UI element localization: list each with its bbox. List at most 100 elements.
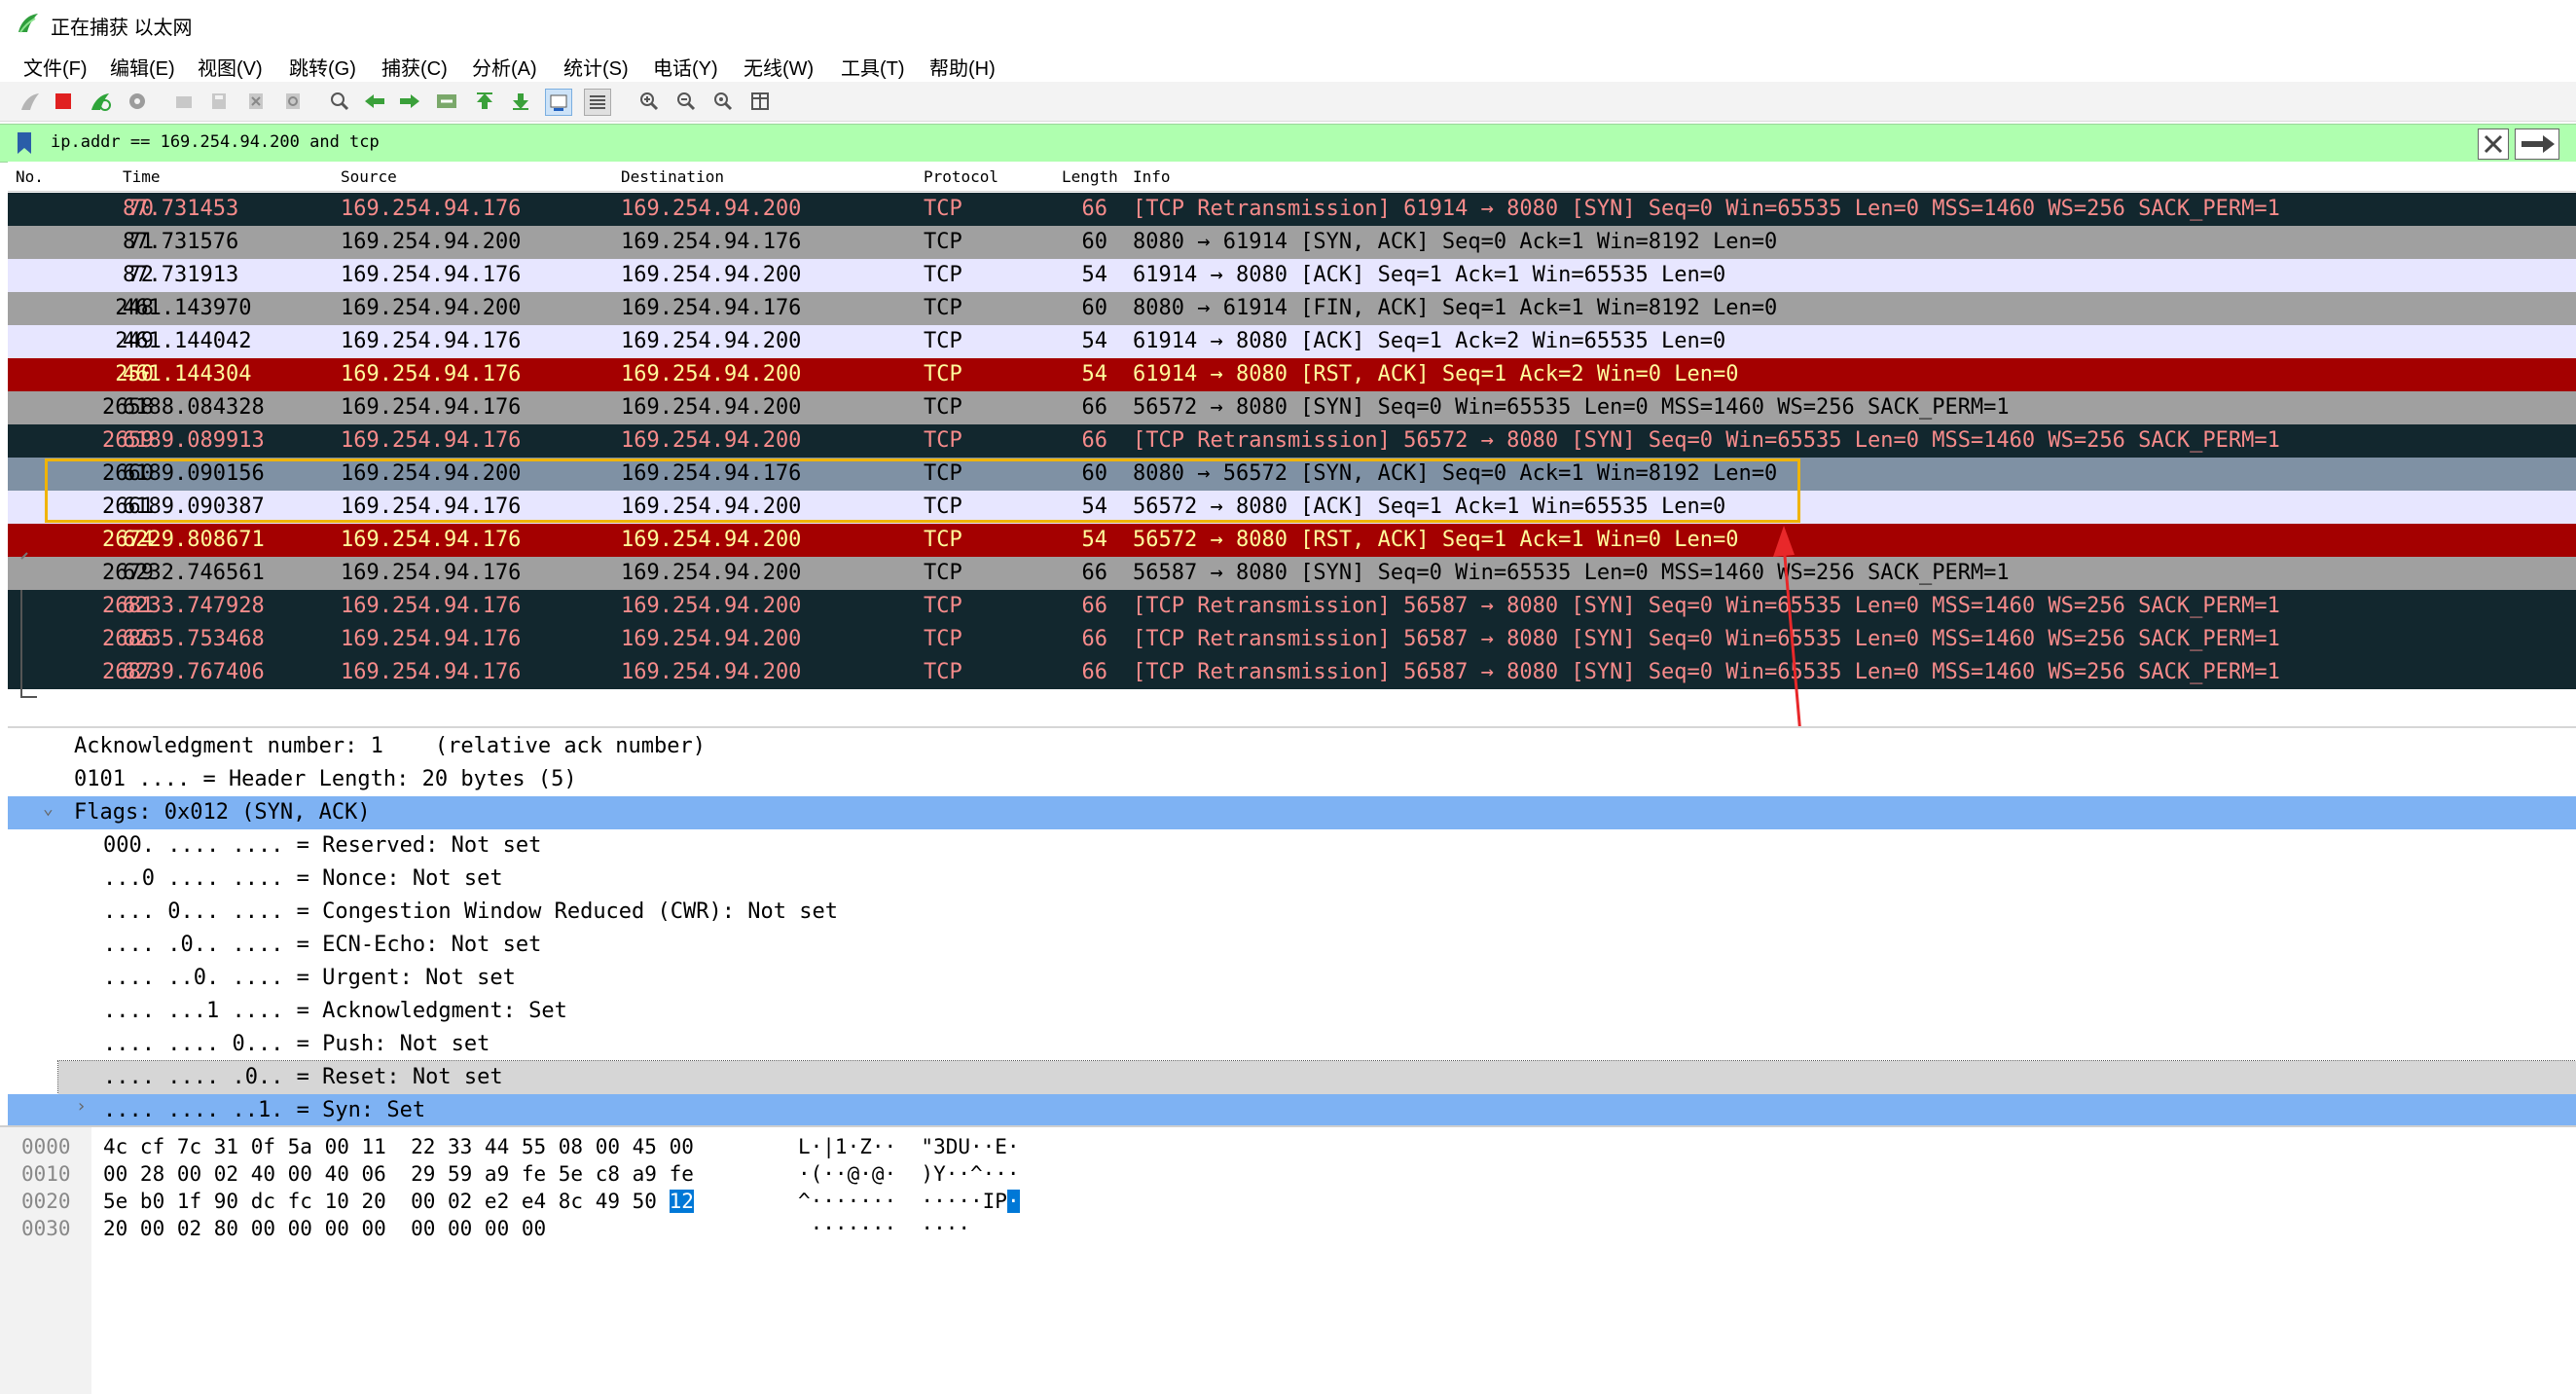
title-bar: 正在捕获 以太网 xyxy=(0,0,2576,50)
zoom-in-icon[interactable] xyxy=(636,89,662,114)
menu-wireless[interactable]: 无线(W) xyxy=(744,53,814,81)
detail-row[interactable]: 000. .... .... = Reserved: Not set xyxy=(8,829,2576,862)
menu-edit[interactable]: 编辑(E) xyxy=(110,53,175,81)
filter-bookmark-icon[interactable] xyxy=(14,130,35,156)
hex-ascii: ·(··@·@· )Y··^··· xyxy=(798,1160,1020,1188)
packet-details-pane[interactable]: Acknowledgment number: 1 (relative ack n… xyxy=(8,726,2576,1125)
zoom-out-icon[interactable] xyxy=(673,89,699,114)
window-title: 正在捕获 以太网 xyxy=(51,18,193,39)
packet-row[interactable]: 248 461.143970 169.254.94.200 169.254.94.17… xyxy=(8,292,2576,325)
packet-info: [TCP Retransmission] 56587 → 8080 [SYN] … xyxy=(1133,594,2280,618)
hex-row[interactable]: 0030 20 00 02 80 00 00 00 00 00 00 00 00 … xyxy=(0,1215,1168,1242)
packet-row[interactable]: 249 461.144042 169.254.94.176 169.254.94.20… xyxy=(8,325,2576,358)
packet-row[interactable]: 250 461.144304 169.254.94.176 169.254.94.20… xyxy=(8,358,2576,391)
menu-help[interactable]: 帮助(H) xyxy=(929,53,996,81)
reload-icon[interactable] xyxy=(280,89,306,114)
packet-row[interactable]: 70 87.731453 169.254.94.176 169.254.94.200 T… xyxy=(8,193,2576,226)
hex-selected-byte[interactable]: 12 xyxy=(669,1190,694,1213)
menu-file[interactable]: 文件(F) xyxy=(23,53,88,81)
save-file-icon[interactable] xyxy=(206,89,232,114)
detail-text: .... .... .0.. = Reset: Not set xyxy=(103,1065,503,1089)
go-to-packet-icon[interactable] xyxy=(434,89,459,114)
hex-row[interactable]: 0020 5e b0 1f 90 dc fc 10 20 00 02 e2 e4 … xyxy=(0,1188,1168,1215)
stop-icon[interactable] xyxy=(51,89,76,114)
column-time[interactable]: Time xyxy=(123,167,161,186)
menu-tools[interactable]: 工具(T) xyxy=(841,53,905,81)
detail-text: .... ..0. .... = Urgent: Not set xyxy=(103,966,516,990)
packet-length: 60 xyxy=(1081,296,1108,320)
packet-row[interactable]: 2681 6233.747928 169.254.94.176 169.254.94.… xyxy=(8,590,2576,623)
zoom-normal-icon[interactable] xyxy=(710,89,736,114)
menu-capture[interactable]: 捕获(C) xyxy=(381,53,448,81)
clear-filter-button[interactable] xyxy=(2478,128,2509,160)
column-destination[interactable]: Destination xyxy=(621,167,724,186)
detail-row[interactable]: .... 0... .... = Congestion Window Reduc… xyxy=(8,896,2576,929)
packet-row[interactable]: 2659 6189.089913 169.254.94.176 169.254.94.… xyxy=(8,424,2576,458)
column-info[interactable]: Info xyxy=(1133,167,1171,186)
apply-filter-button[interactable] xyxy=(2515,128,2559,160)
packet-info: 61914 → 8080 [ACK] Seq=1 Ack=1 Win=65535… xyxy=(1133,263,1726,287)
column-no[interactable]: No. xyxy=(16,167,44,186)
hex-ascii-selected[interactable]: · xyxy=(1006,1190,1020,1213)
go-last-icon[interactable] xyxy=(508,89,533,114)
packet-bytes-pane[interactable]: 0000 4c cf 7c 31 0f 5a 00 11 22 33 44 55 … xyxy=(0,1125,2576,1394)
menu-telephony[interactable]: 电话(Y) xyxy=(653,53,718,81)
hex-offset: 0000 xyxy=(21,1135,71,1158)
go-first-icon[interactable] xyxy=(472,89,497,114)
hex-bytes-text: 4c cf 7c 31 0f 5a 00 11 22 33 44 55 08 0… xyxy=(103,1135,694,1158)
menu-statistics[interactable]: 统计(S) xyxy=(563,53,629,81)
packet-list[interactable]: No. Time Source Destination Protocol Len… xyxy=(8,162,2576,724)
detail-row[interactable]: .... .0.. .... = ECN-Echo: Not set xyxy=(8,929,2576,962)
find-icon[interactable] xyxy=(327,89,352,114)
packet-row[interactable]: 2687 6239.767406 169.254.94.176 169.254.94.… xyxy=(8,656,2576,689)
menu-view[interactable]: 视图(V) xyxy=(198,53,263,81)
hex-bytes: 00 28 00 02 40 00 40 06 29 59 a9 fe 5e c… xyxy=(103,1160,694,1188)
packet-length: 54 xyxy=(1081,528,1108,552)
main-toolbar xyxy=(0,82,2576,122)
display-filter-input[interactable]: ip.addr == 169.254.94.200 and tcp xyxy=(51,132,380,152)
resize-columns-icon[interactable] xyxy=(747,89,773,114)
open-file-icon[interactable] xyxy=(171,89,197,114)
column-protocol[interactable]: Protocol xyxy=(924,167,998,186)
detail-row[interactable]: .... ...1 .... = Acknowledgment: Set xyxy=(8,995,2576,1028)
autoscroll-icon[interactable] xyxy=(545,89,572,116)
detail-row[interactable]: ›.... .... ..1. = Syn: Set xyxy=(8,1094,2576,1125)
packet-info: 8080 → 61914 [SYN, ACK] Seq=0 Ack=1 Win=… xyxy=(1133,230,1778,254)
menu-analyze[interactable]: 分析(A) xyxy=(472,53,537,81)
menu-go[interactable]: 跳转(G) xyxy=(289,53,356,81)
hex-ascii: ^······· ·····IP· xyxy=(798,1188,1020,1215)
detail-row[interactable]: Acknowledgment number: 1 (relative ack n… xyxy=(8,730,2576,763)
packet-row[interactable]: 72 87.731913 169.254.94.176 169.254.94.200 T… xyxy=(8,259,2576,292)
packet-row[interactable]: 2679 6232.746561 169.254.94.176 169.254.94.… xyxy=(8,557,2576,590)
packet-row[interactable]: 2658 6188.084328 169.254.94.176 169.254.94.… xyxy=(8,391,2576,424)
packet-row[interactable]: 2686 6235.753468 169.254.94.176 169.254.94.… xyxy=(8,623,2576,656)
detail-row[interactable]: ⌄ Flags: 0x012 (SYN, ACK) xyxy=(8,796,2576,829)
shark-fin-start-icon[interactable] xyxy=(18,89,43,114)
detail-text: .... .0.. .... = ECN-Echo: Not set xyxy=(103,933,542,957)
go-forward-icon[interactable] xyxy=(397,89,422,114)
detail-row[interactable]: ...0 .... .... = Nonce: Not set xyxy=(8,862,2576,896)
detail-row[interactable]: .... .... .0.. = Reset: Not set xyxy=(57,1060,2576,1095)
hex-row[interactable]: 0010 00 28 00 02 40 00 40 06 29 59 a9 fe … xyxy=(0,1160,1168,1188)
packet-row[interactable]: 71 87.731576 169.254.94.200 169.254.94.176 T… xyxy=(8,226,2576,259)
column-length[interactable]: Length xyxy=(1062,167,1118,186)
chevron-down-icon[interactable]: ⌄ xyxy=(43,792,54,825)
packet-info: 56587 → 8080 [SYN] Seq=0 Win=65535 Len=0… xyxy=(1133,561,2010,585)
hex-bytes: 5e b0 1f 90 dc fc 10 20 00 02 e2 e4 8c 4… xyxy=(103,1188,694,1215)
wireshark-app-icon xyxy=(17,12,40,35)
detail-row[interactable]: 0101 .... = Header Length: 20 bytes (5) xyxy=(8,763,2576,796)
colorize-icon[interactable] xyxy=(584,89,611,116)
packet-info: 56572 → 8080 [RST, ACK] Seq=1 Ack=1 Win=… xyxy=(1133,528,1739,552)
detail-row[interactable]: .... ..0. .... = Urgent: Not set xyxy=(8,962,2576,995)
column-source[interactable]: Source xyxy=(341,167,397,186)
detail-row[interactable]: .... .... 0... = Push: Not set xyxy=(8,1028,2576,1061)
options-icon[interactable] xyxy=(125,89,150,114)
packet-row[interactable]: 2674 6229.808671 169.254.94.176 169.254.94.… xyxy=(8,524,2576,557)
go-back-icon[interactable] xyxy=(362,89,387,114)
hex-ascii: ······· ···· xyxy=(798,1215,970,1242)
chevron-right-icon[interactable]: › xyxy=(76,1090,87,1123)
restart-icon[interactable] xyxy=(88,89,113,114)
hex-row[interactable]: 0000 4c cf 7c 31 0f 5a 00 11 22 33 44 55 … xyxy=(0,1133,1168,1160)
close-file-icon[interactable] xyxy=(243,89,269,114)
hex-ascii: L·|1·Z·· "3DU··E· xyxy=(798,1133,1020,1160)
